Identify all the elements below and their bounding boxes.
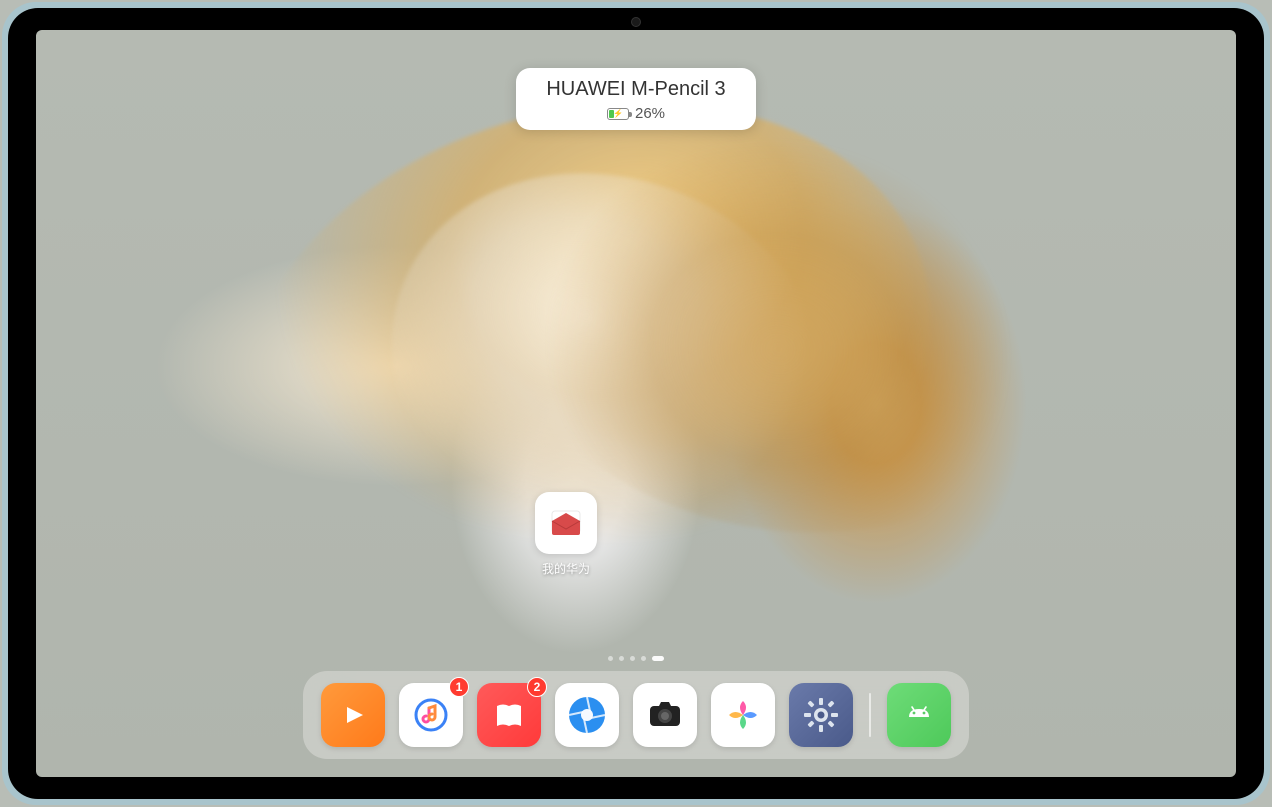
page-dot-active: [652, 656, 664, 661]
dock-app-video[interactable]: [321, 683, 385, 747]
dock-app-browser[interactable]: [555, 683, 619, 747]
dock-app-books[interactable]: 2: [477, 683, 541, 747]
app-label: 我的华为: [535, 560, 597, 577]
home-screen[interactable]: HUAWEI M-Pencil 3 ⚡ 26%: [36, 30, 1236, 777]
tablet-frame: HUAWEI M-Pencil 3 ⚡ 26%: [2, 2, 1270, 805]
dock-app-camera[interactable]: [633, 683, 697, 747]
dock-app-music[interactable]: 1: [399, 683, 463, 747]
battery-charging-icon: ⚡: [607, 108, 629, 120]
notification-status: ⚡ 26%: [538, 105, 734, 122]
tablet-bezel: HUAWEI M-Pencil 3 ⚡ 26%: [8, 8, 1264, 799]
battery-percentage: 26%: [635, 105, 665, 122]
badge: 2: [527, 677, 547, 697]
badge: 1: [449, 677, 469, 697]
dock-recent-android[interactable]: [887, 683, 951, 747]
dock-separator: [869, 693, 871, 737]
page-dot: [608, 656, 613, 661]
page-indicator[interactable]: [608, 656, 664, 661]
app-my-huawei[interactable]: 我的华为: [535, 492, 597, 577]
dock: 1 2: [303, 671, 969, 759]
dock-app-gallery[interactable]: [711, 683, 775, 747]
my-huawei-icon: [535, 492, 597, 554]
stylus-notification[interactable]: HUAWEI M-Pencil 3 ⚡ 26%: [516, 68, 756, 130]
front-camera: [631, 17, 641, 27]
page-dot: [619, 656, 624, 661]
dock-app-settings[interactable]: [789, 683, 853, 747]
page-dot: [641, 656, 646, 661]
notification-title: HUAWEI M-Pencil 3: [538, 78, 734, 101]
page-dot: [630, 656, 635, 661]
